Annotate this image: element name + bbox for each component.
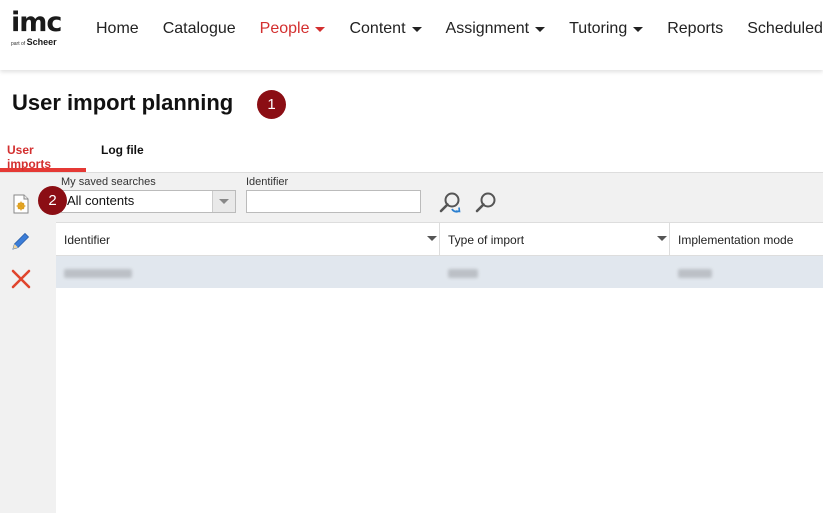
- new-document-icon[interactable]: [10, 193, 32, 215]
- search-refresh-icon[interactable]: [438, 190, 464, 216]
- tab-user-imports[interactable]: User imports: [0, 138, 86, 172]
- table-cell-type-of-import: [440, 256, 670, 288]
- table-cell-identifier: [56, 256, 440, 288]
- user-imports-table: Identifier Type of import Implementation…: [56, 222, 823, 288]
- step-badge-1: 1: [257, 90, 286, 119]
- tab-log-file[interactable]: Log file: [94, 138, 151, 172]
- saved-searches-select[interactable]: All contents: [61, 190, 236, 213]
- nav-item-home[interactable]: Home: [96, 20, 139, 38]
- edit-pencil-icon[interactable]: [10, 230, 32, 252]
- nav-item-label: Reports: [667, 20, 724, 37]
- logo-text: imc: [11, 7, 62, 38]
- column-header-label: Type of import: [448, 233, 525, 247]
- nav-item-scheduled[interactable]: Scheduled J: [747, 20, 823, 38]
- logo-subtitle: part of Scheer: [11, 37, 69, 47]
- action-toolbar: [0, 172, 56, 513]
- nav-item-label: Assignment: [445, 20, 530, 37]
- nav-item-assignment[interactable]: Assignment: [446, 20, 546, 38]
- identifier-search-input[interactable]: [246, 190, 421, 213]
- column-header-label: Identifier: [64, 233, 111, 247]
- delete-x-icon[interactable]: [10, 268, 32, 290]
- chevron-down-icon: [411, 26, 422, 32]
- table-header: Identifier Type of import Implementation…: [56, 222, 823, 256]
- redacted-text: [678, 269, 712, 278]
- nav-item-catalogue[interactable]: Catalogue: [163, 20, 236, 38]
- nav-item-label: Tutoring: [569, 20, 628, 37]
- chevron-down-icon[interactable]: [657, 236, 667, 241]
- column-header-identifier[interactable]: Identifier: [56, 223, 440, 255]
- chevron-down-icon[interactable]: [427, 236, 437, 241]
- nav-item-label: Catalogue: [162, 20, 236, 37]
- column-header-type-of-import[interactable]: Type of import: [440, 223, 670, 255]
- nav-item-label: Content: [349, 20, 406, 37]
- column-header-label: Implementation mode: [678, 233, 794, 247]
- top-navigation: imc part of Scheer Home Catalogue People…: [0, 0, 823, 70]
- nav-item-label: Home: [96, 20, 139, 37]
- redacted-text: [448, 269, 478, 278]
- nav-item-reports[interactable]: Reports: [667, 20, 723, 38]
- table-cell-implementation-mode: [670, 256, 823, 288]
- chevron-down-icon: [535, 26, 546, 32]
- table-row[interactable]: [56, 256, 823, 288]
- search-icon[interactable]: [474, 190, 500, 216]
- nav-item-label: People: [259, 20, 310, 37]
- filter-bar: My saved searches All contents Identifie…: [56, 172, 823, 222]
- chevron-down-icon[interactable]: [212, 191, 235, 212]
- logo-sub-small: part of: [11, 41, 26, 47]
- step-badge-2: 2: [38, 186, 67, 215]
- column-header-implementation-mode[interactable]: Implementation mode: [670, 223, 823, 255]
- nav-item-people[interactable]: People: [260, 20, 326, 38]
- nav-menu: Home Catalogue People Content Assignment…: [96, 20, 823, 38]
- chevron-down-icon: [315, 26, 326, 32]
- nav-item-tutoring[interactable]: Tutoring: [569, 20, 644, 38]
- saved-searches-label: My saved searches: [61, 176, 156, 188]
- nav-item-content[interactable]: Content: [349, 20, 422, 38]
- redacted-text: [64, 269, 132, 278]
- imc-logo[interactable]: imc part of Scheer: [11, 8, 69, 52]
- nav-item-label: Scheduled J: [747, 20, 823, 37]
- tab-bar: User imports Log file: [0, 138, 151, 172]
- logo-sub-brand: Scheer: [26, 37, 57, 47]
- page-title: User import planning: [12, 90, 234, 115]
- identifier-filter-label: Identifier: [246, 176, 289, 188]
- chevron-down-icon: [633, 26, 644, 32]
- saved-searches-value: All contents: [67, 193, 135, 208]
